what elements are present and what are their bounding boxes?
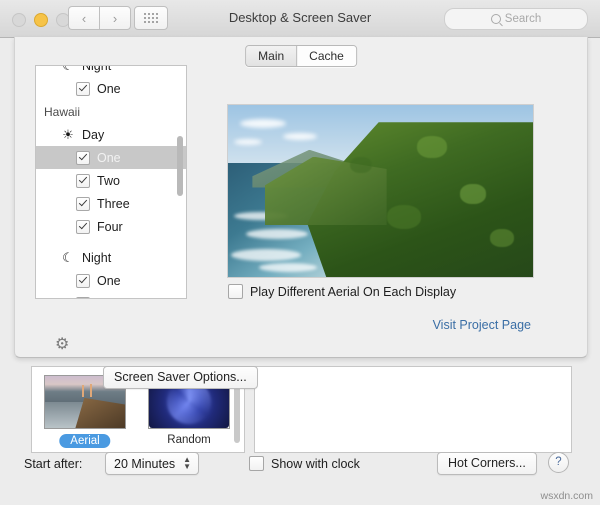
show-with-clock-label: Show with clock [271,456,360,471]
list-item[interactable]: Three [36,192,186,215]
search-input[interactable]: Search [444,8,588,30]
list-scroll-content: ☾ Night One Hawaii ☀ Day One Two Three F… [36,65,186,299]
thumb-bridge-tower [81,385,84,397]
list-group-hawaii[interactable]: Hawaii [36,100,186,123]
hot-corners-button[interactable]: Hot Corners... [437,452,537,475]
screen-saver-label-random: Random [167,434,211,446]
list-group-label: Hawaii [44,104,81,119]
aerial-video-list[interactable]: ☾ Night One Hawaii ☀ Day One Two Three F… [35,65,187,299]
list-item[interactable]: One [36,269,186,292]
moon-icon: ☾ [62,65,74,73]
list-item[interactable]: Two [36,292,186,299]
chevron-updown-icon: ▲ ▼ [183,455,191,471]
start-after-label: Start after: [24,457,83,471]
thumb-bridge-tower [89,384,92,397]
preview-foliage [459,184,486,205]
preview-surf [246,228,309,239]
start-after-select[interactable]: 20 Minutes ▲ ▼ [105,452,199,475]
preview-cloud [240,118,287,128]
preview-cloud [282,132,317,140]
preferences-window: ‹ › Desktop & Screen Saver Search Main C… [0,0,600,505]
list-item-label: One [97,81,121,96]
list-item[interactable]: Four [36,215,186,238]
list-item-checkbox[interactable] [76,150,90,165]
list-item-checkbox[interactable] [76,273,90,288]
list-item-label: Three [97,196,130,211]
list-item-checkbox[interactable] [76,219,90,234]
preview-foliage [386,204,421,229]
sheet-tab-bar: Main Cache [245,45,357,67]
show-with-clock-checkbox[interactable] [249,456,264,471]
list-item-checkbox[interactable] [76,81,90,96]
preview-foliage [417,135,448,158]
list-item-label: Night [82,65,112,73]
search-icon [490,14,501,24]
list-item-label: Four [97,219,123,234]
screen-saver-options-sheet: Main Cache ☾ Night One Hawaii ☀ Day One … [14,37,588,393]
list-item-label: One [97,273,121,288]
list-item-checkbox[interactable] [76,296,90,298]
help-button[interactable]: ? [548,452,569,473]
list-item-label: One [97,150,121,165]
tab-main[interactable]: Main [246,46,297,66]
play-different-aerial-checkbox[interactable] [228,284,243,299]
preview-foliage [490,228,515,247]
list-item[interactable]: Two [36,169,186,192]
list-item-label: Two [97,297,120,299]
screen-saver-options-button[interactable]: Screen Saver Options... [103,366,258,389]
screen-saver-detail-pane [254,366,572,453]
gear-icon[interactable]: ⚙ [55,337,69,353]
list-item[interactable]: One [36,77,186,100]
list-scrollbar[interactable] [177,136,183,196]
list-item[interactable]: One [36,146,186,169]
play-different-aerial-checkbox-row[interactable]: Play Different Aerial On Each Display [228,284,456,299]
list-item-label: Day [82,127,105,142]
preview-foliage [350,156,372,173]
aerial-preview-image [227,104,534,278]
list-item[interactable]: ☾ Night [36,246,186,269]
visit-project-page-link[interactable]: Visit Project Page [433,318,531,332]
start-after-value: 20 Minutes [114,456,176,471]
footer-controls: Start after: 20 Minutes ▲ ▼ Show with clo… [0,446,600,505]
list-item-label: Night [82,250,112,265]
list-item-checkbox[interactable] [76,173,90,188]
list-item[interactable]: ☾ Night [36,65,186,77]
list-item-checkbox[interactable] [76,196,90,211]
show-with-clock-row[interactable]: Show with clock [249,456,360,471]
watermark: wsxdn.com [540,490,593,502]
play-different-aerial-label: Play Different Aerial On Each Display [250,284,457,299]
list-item[interactable]: ☀ Day [36,123,186,146]
moon-icon: ☾ [62,250,74,265]
sun-icon: ☀ [62,127,74,142]
list-item-label: Two [97,173,120,188]
window-titlebar: ‹ › Desktop & Screen Saver Search [0,0,600,38]
tab-cache[interactable]: Cache [296,46,356,66]
search-placeholder: Search [504,13,542,25]
